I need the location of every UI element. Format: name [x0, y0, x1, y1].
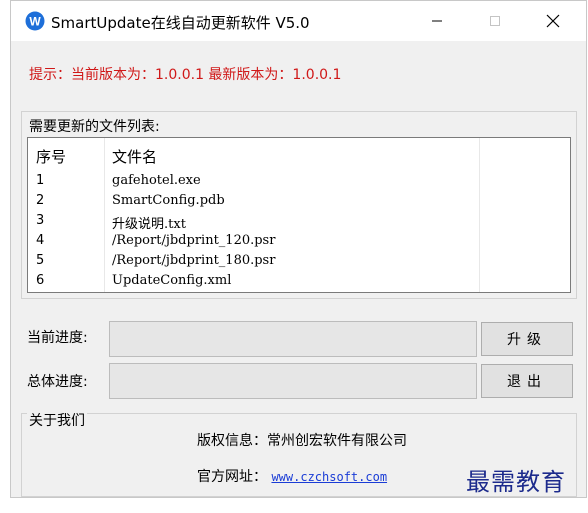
row-index: 4	[36, 233, 45, 248]
row-filename: UpdateConfig.xml	[112, 273, 232, 288]
upgrade-button[interactable]: 升级	[481, 322, 573, 356]
row-filename: SmartConfig.pdb	[112, 193, 225, 208]
main-window: W SmartUpdate在线自动更新软件 V5.0 提示：当前版本为：1.0.…	[10, 0, 587, 498]
close-icon	[546, 14, 560, 28]
file-list-view[interactable]: 序号 文件名 1 gafehotel.exe 2 SmartConfig.pdb…	[27, 137, 571, 293]
maximize-icon	[490, 16, 500, 26]
table-row[interactable]: 1 gafehotel.exe	[28, 172, 570, 192]
maximize-button[interactable]	[467, 1, 523, 41]
row-index: 5	[36, 253, 45, 268]
window-title: SmartUpdate在线自动更新软件 V5.0	[51, 14, 310, 32]
app-logo-icon: W	[25, 11, 45, 31]
website-link[interactable]: www.czchsoft.com	[271, 470, 387, 484]
total-progress-bar	[109, 363, 477, 399]
row-index: 1	[36, 173, 45, 188]
website-label: 官方网址：	[197, 469, 267, 485]
current-progress-label: 当前进度:	[27, 330, 88, 346]
row-filename: /Report/jbdprint_120.psr	[112, 233, 276, 248]
table-row[interactable]: 5 /Report/jbdprint_180.psr	[28, 252, 570, 272]
copyright-text: 版权信息：常州创宏软件有限公司	[197, 433, 407, 449]
table-row[interactable]: 6 UpdateConfig.xml	[28, 272, 570, 292]
minimize-icon	[432, 20, 442, 22]
title-bar[interactable]: W SmartUpdate在线自动更新软件 V5.0	[11, 1, 586, 41]
row-index: 2	[36, 193, 45, 208]
row-index: 3	[36, 213, 45, 228]
table-row[interactable]: 2 SmartConfig.pdb	[28, 192, 570, 212]
column-header-filename[interactable]: 文件名	[112, 146, 157, 167]
website-row: 官方网址： www.czchsoft.com	[197, 466, 387, 486]
row-filename: gafehotel.exe	[112, 173, 201, 188]
current-progress-bar	[109, 321, 477, 357]
file-list-legend: 需要更新的文件列表:	[27, 116, 162, 136]
total-progress-label: 总体进度:	[27, 374, 88, 390]
table-row[interactable]: 4 /Report/jbdprint_120.psr	[28, 232, 570, 252]
row-index: 6	[36, 273, 45, 288]
row-filename: 升级说明.txt	[112, 217, 186, 232]
svg-text:W: W	[29, 15, 41, 29]
minimize-button[interactable]	[409, 1, 465, 41]
watermark-text: 最需教育	[466, 468, 566, 496]
table-row[interactable]: 3 升级说明.txt	[28, 212, 570, 232]
exit-button[interactable]: 退出	[481, 364, 573, 398]
about-legend: 关于我们	[27, 410, 87, 430]
close-button[interactable]	[525, 1, 581, 41]
list-header: 序号 文件名	[28, 138, 570, 170]
version-hint: 提示：当前版本为：1.0.0.1 最新版本为：1.0.0.1	[29, 67, 342, 83]
row-filename: /Report/jbdprint_180.psr	[112, 253, 276, 268]
column-header-index[interactable]: 序号	[36, 146, 66, 167]
